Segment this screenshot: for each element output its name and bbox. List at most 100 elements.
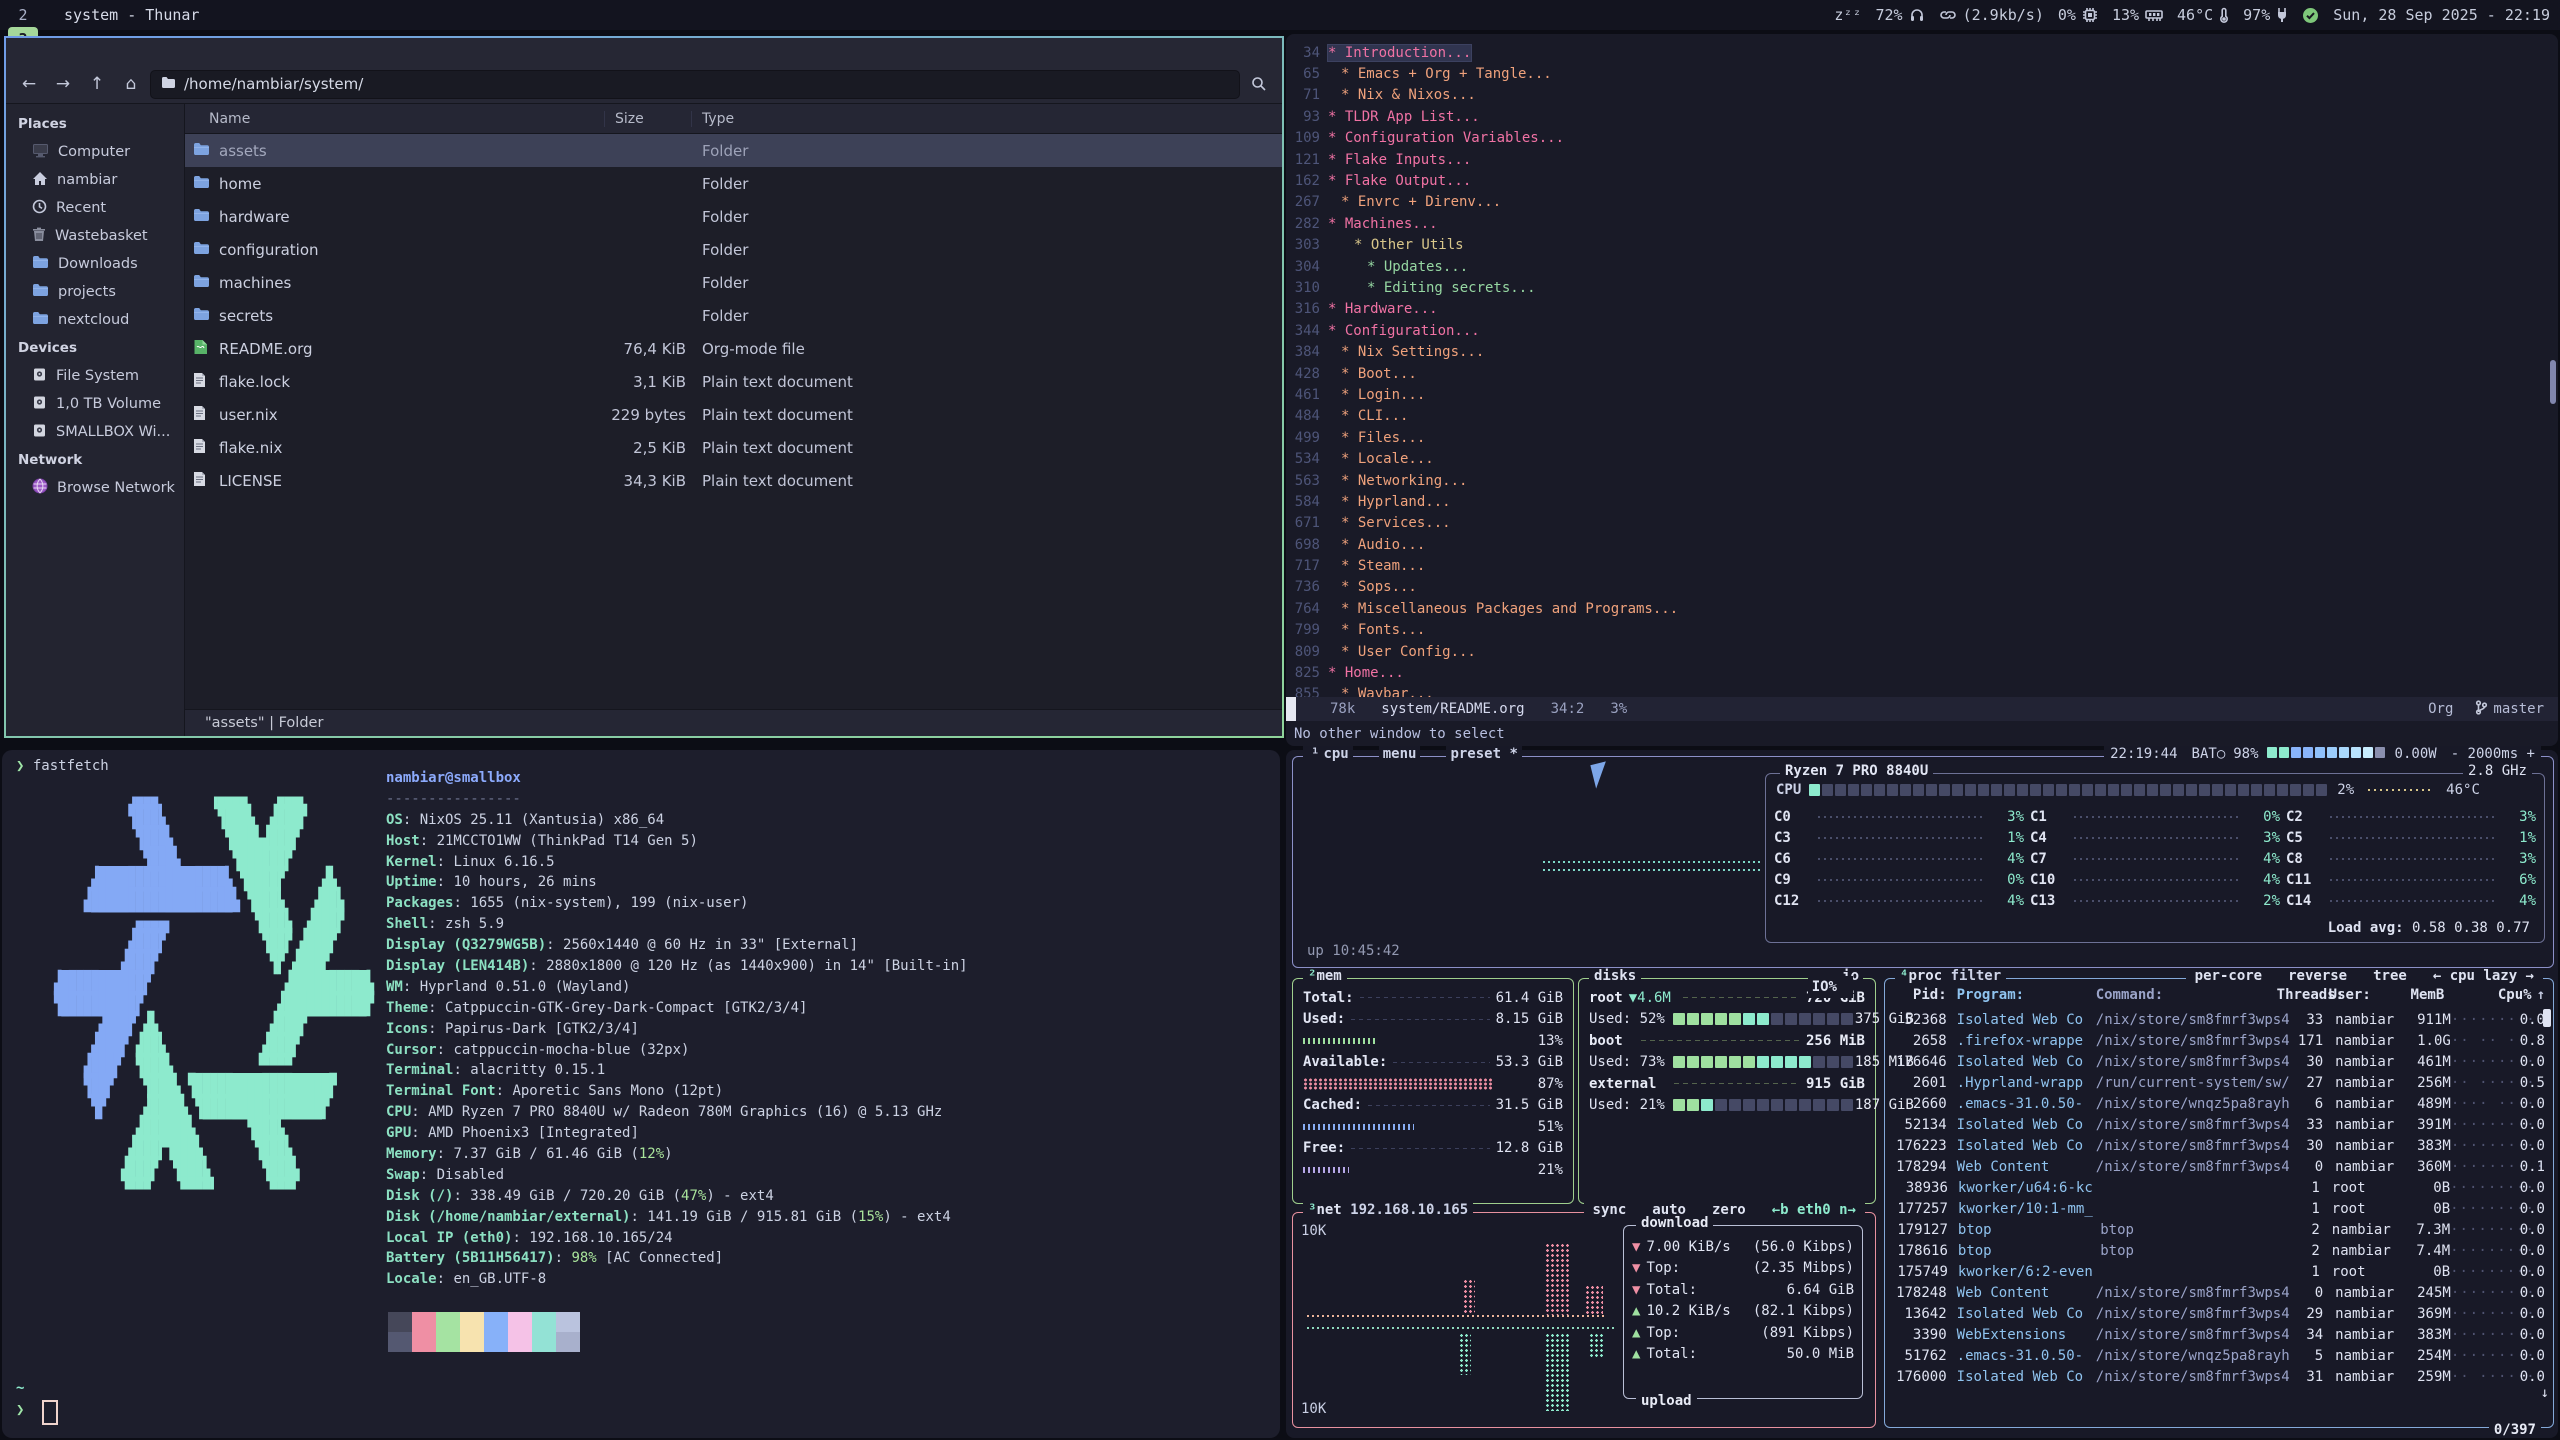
- proc-row[interactable]: 3390 WebExtensions /nix/store/sm8fmrf3wp…: [1893, 1324, 2545, 1345]
- org-heading-line[interactable]: 717 * Steam...: [1286, 555, 2550, 576]
- sidebar-item[interactable]: projects: [6, 278, 184, 306]
- sidebar-item[interactable]: Recent: [6, 194, 184, 222]
- sidebar-item[interactable]: Wastebasket: [6, 222, 184, 250]
- proc-list[interactable]: 52368 Isolated Web Co /nix/store/sm8fmrf…: [1893, 1009, 2545, 1387]
- column-size[interactable]: Size: [605, 111, 692, 127]
- org-heading-line[interactable]: 282 * Machines...: [1286, 213, 2550, 234]
- org-heading-line[interactable]: 93 * TLDR App List...: [1286, 106, 2550, 127]
- org-heading-line[interactable]: 698 * Audio...: [1286, 534, 2550, 555]
- org-heading-line[interactable]: 799 * Fonts...: [1286, 620, 2550, 641]
- major-mode[interactable]: Org: [2428, 701, 2453, 717]
- org-heading-line[interactable]: 809 * User Config...: [1286, 641, 2550, 662]
- column-name[interactable]: Name: [185, 111, 605, 127]
- proc-scrollbar[interactable]: [2543, 1009, 2551, 1027]
- scroll-down-icon[interactable]: ↓: [2541, 1385, 2549, 1401]
- proc-sort[interactable]: ← cpu lazy →: [2428, 968, 2539, 984]
- org-buffer[interactable]: 34 * Introduction... 65 * Emacs + Org + …: [1286, 42, 2550, 705]
- menu-item[interactable]: [32, 50, 50, 54]
- terminal-window[interactable]: ❯ fastfetch ▗▄▄▄ ▗▄▄▄▄ ▄▄▄▖ ▜███▙ ▜███▙ …: [2, 750, 1280, 1438]
- org-heading-line[interactable]: 303 * Other Utils: [1286, 235, 2550, 256]
- proc-row[interactable]: 52368 Isolated Web Co /nix/store/sm8fmrf…: [1893, 1009, 2545, 1030]
- org-heading-line[interactable]: 499 * Files...: [1286, 427, 2550, 448]
- file-row[interactable]: flake.lock 3,1 KiB Plain text document: [185, 365, 1282, 398]
- proc-row[interactable]: 38936 kworker/u64:6-kc 1 root 0B ·······…: [1893, 1177, 2545, 1198]
- status-check-icon[interactable]: [2302, 7, 2319, 24]
- column-type[interactable]: Type: [692, 111, 1282, 127]
- git-branch[interactable]: master: [2493, 701, 2544, 717]
- emacs-scrollbar[interactable]: [2550, 360, 2556, 404]
- org-heading-line[interactable]: 65 * Emacs + Org + Tangle...: [1286, 63, 2550, 84]
- proc-row[interactable]: 178616 btop btop 2 nambiar 7.4M ········…: [1893, 1240, 2545, 1261]
- proc-row[interactable]: 13642 Isolated Web Co /nix/store/sm8fmrf…: [1893, 1303, 2545, 1324]
- org-heading-line[interactable]: 563 * Networking...: [1286, 470, 2550, 491]
- file-row[interactable]: assets Folder: [185, 134, 1282, 167]
- temperature-module[interactable]: 46°C: [2177, 6, 2229, 24]
- memory-module[interactable]: 13%: [2112, 6, 2163, 24]
- org-heading-line[interactable]: 304 * Updates...: [1286, 256, 2550, 277]
- sidebar-item[interactable]: nambiar: [6, 166, 184, 194]
- back-button[interactable]: ←: [14, 70, 44, 98]
- org-heading-line[interactable]: 584 * Hyprland...: [1286, 491, 2550, 512]
- net-sync[interactable]: sync: [1588, 1202, 1632, 1218]
- org-heading-line[interactable]: 428 * Boot...: [1286, 363, 2550, 384]
- workspace-button[interactable]: 2: [8, 3, 38, 27]
- org-heading-line[interactable]: 825 * Home...: [1286, 662, 2550, 683]
- sidebar-item[interactable]: nextcloud: [6, 306, 184, 334]
- menu-item[interactable]: [12, 50, 30, 54]
- org-heading-line[interactable]: 121 * Flake Inputs...: [1286, 149, 2550, 170]
- proc-row[interactable]: 2660 .emacs-31.0.50- /nix/store/wnqz5pa8…: [1893, 1093, 2545, 1114]
- idle-inhibitor[interactable]: zᶻᶻ: [1834, 6, 1861, 24]
- volume-module[interactable]: 72%: [1876, 6, 1925, 24]
- org-heading-line[interactable]: 384 * Nix Settings...: [1286, 341, 2550, 362]
- org-heading-line[interactable]: 534 * Locale...: [1286, 448, 2550, 469]
- file-row[interactable]: secrets Folder: [185, 299, 1282, 332]
- proc-row[interactable]: 179127 btop btop 2 nambiar 7.3M ········…: [1893, 1219, 2545, 1240]
- file-row[interactable]: home Folder: [185, 167, 1282, 200]
- file-row[interactable]: machines Folder: [185, 266, 1282, 299]
- net-zero[interactable]: zero: [1707, 1202, 1751, 1218]
- proc-row[interactable]: 2601 .Hyprland-wrapp /run/current-system…: [1893, 1072, 2545, 1093]
- file-row[interactable]: user.nix 229 bytes Plain text document: [185, 398, 1282, 431]
- org-heading-line[interactable]: 344 * Configuration...: [1286, 320, 2550, 341]
- sidebar-item[interactable]: File System: [6, 362, 184, 390]
- proc-row[interactable]: 178248 Web Content /nix/store/sm8fmrf3wp…: [1893, 1282, 2545, 1303]
- org-heading-line[interactable]: 671 * Services...: [1286, 513, 2550, 534]
- up-button[interactable]: ↑: [82, 70, 112, 98]
- clock-module[interactable]: Sun, 28 Sep 2025 - 22:19: [2333, 6, 2550, 24]
- file-row[interactable]: README.org 76,4 KiB Org-mode file: [185, 332, 1282, 365]
- org-heading-line[interactable]: 267 * Envrc + Direnv...: [1286, 192, 2550, 213]
- home-button[interactable]: ⌂: [116, 70, 146, 98]
- net-iface[interactable]: ←b eth0 n→: [1767, 1202, 1861, 1218]
- org-heading-line[interactable]: 71 * Nix & Nixos...: [1286, 85, 2550, 106]
- org-heading-line[interactable]: 34 * Introduction...: [1286, 42, 2550, 63]
- org-heading-line[interactable]: 109 * Configuration Variables...: [1286, 128, 2550, 149]
- menu-item[interactable]: [52, 50, 70, 54]
- file-row[interactable]: LICENSE 34,3 KiB Plain text document: [185, 464, 1282, 497]
- menu-item[interactable]: [72, 50, 90, 54]
- proc-reverse[interactable]: reverse: [2283, 968, 2352, 984]
- proc-row[interactable]: 176223 Isolated Web Co /nix/store/sm8fmr…: [1893, 1135, 2545, 1156]
- sidebar-item[interactable]: Downloads: [6, 250, 184, 278]
- proc-row[interactable]: 2658 .firefox-wrappe /nix/store/sm8fmrf3…: [1893, 1030, 2545, 1051]
- sidebar-item[interactable]: Computer: [6, 138, 184, 166]
- proc-row[interactable]: 178294 Web Content /nix/store/sm8fmrf3wp…: [1893, 1156, 2545, 1177]
- proc-row[interactable]: 51762 .emacs-31.0.50- /nix/store/wnqz5pa…: [1893, 1345, 2545, 1366]
- org-heading-line[interactable]: 316 * Hardware...: [1286, 299, 2550, 320]
- proc-filter[interactable]: filter: [1951, 968, 2002, 984]
- file-row[interactable]: hardware Folder: [185, 200, 1282, 233]
- menu-button[interactable]: menu: [1379, 746, 1421, 762]
- org-heading-line[interactable]: 461 * Login...: [1286, 384, 2550, 405]
- org-heading-line[interactable]: 310 * Editing secrets...: [1286, 277, 2550, 298]
- sidebar-item[interactable]: 1,0 TB Volume: [6, 390, 184, 418]
- forward-button[interactable]: →: [48, 70, 78, 98]
- search-icon[interactable]: [1244, 70, 1274, 98]
- file-row[interactable]: configuration Folder: [185, 233, 1282, 266]
- proc-row[interactable]: 176646 Isolated Web Co /nix/store/sm8fmr…: [1893, 1051, 2545, 1072]
- sidebar-item[interactable]: SMALLBOX Wi...: [6, 418, 184, 446]
- network-module[interactable]: (2.9kb/s): [1939, 6, 2044, 24]
- menu-item[interactable]: [92, 50, 110, 54]
- menu-item[interactable]: [112, 50, 130, 54]
- proc-row[interactable]: 175749 kworker/6:2-even 1 root 0B ······…: [1893, 1261, 2545, 1282]
- proc-row[interactable]: 52134 Isolated Web Co /nix/store/sm8fmrf…: [1893, 1114, 2545, 1135]
- org-heading-line[interactable]: 736 * Sops...: [1286, 577, 2550, 598]
